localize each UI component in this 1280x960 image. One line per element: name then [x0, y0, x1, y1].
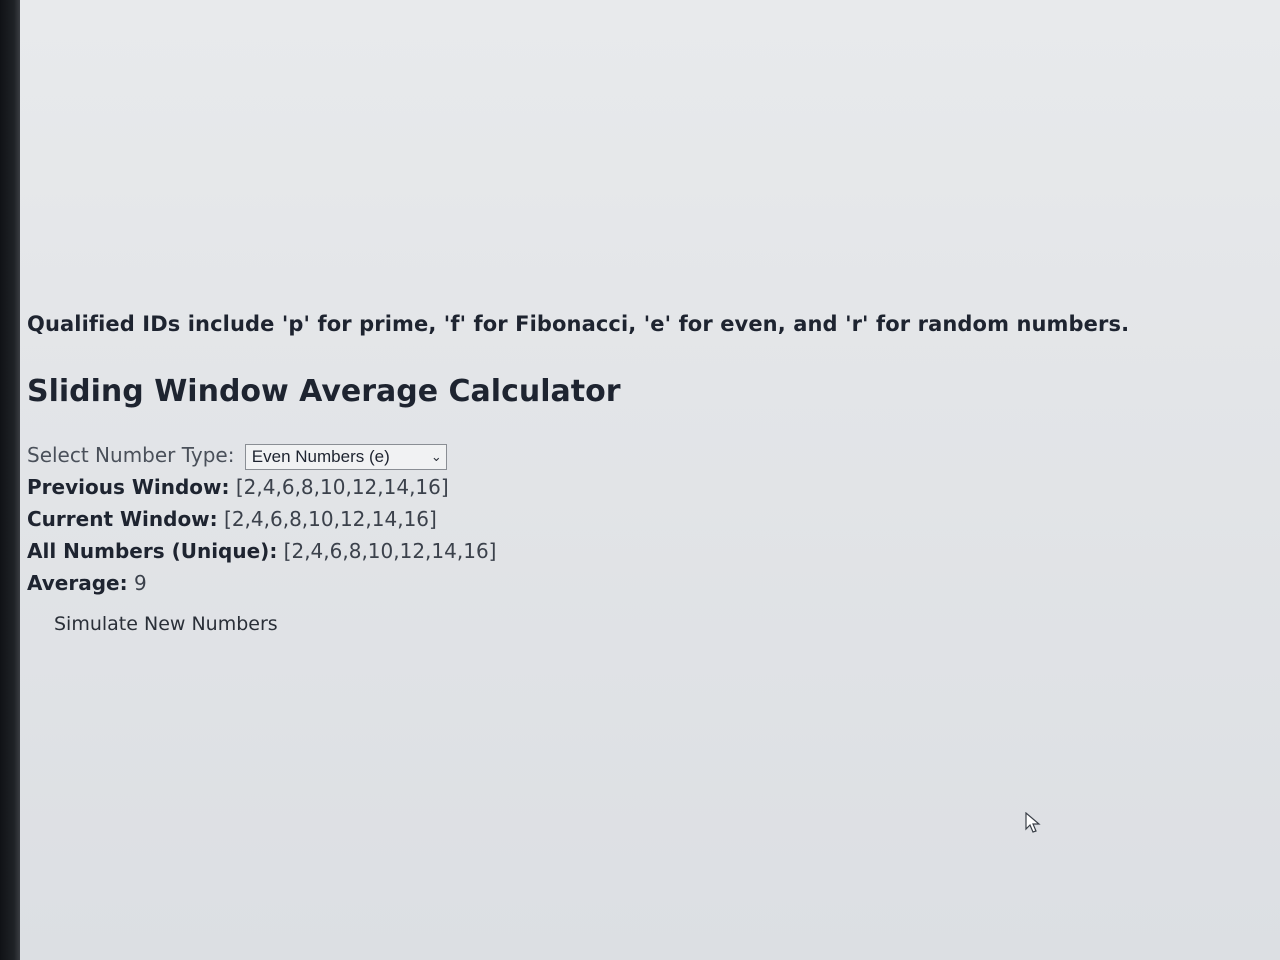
current-window-value: [2,4,6,8,10,12,14,16] — [224, 507, 437, 531]
number-type-label: Select Number Type: — [27, 443, 235, 467]
previous-window-label: Previous Window: — [27, 475, 230, 499]
page-title: Sliding Window Average Calculator — [27, 374, 621, 409]
previous-window-value: [2,4,6,8,10,12,14,16] — [235, 475, 449, 499]
average-label: Average: — [27, 571, 128, 595]
all-numbers-label: All Numbers (Unique): — [27, 539, 278, 563]
results-section: Select Number Type: Even Numbers (e) ⌄ P… — [27, 439, 1227, 599]
mouse-pointer-icon — [1025, 812, 1041, 833]
number-type-select[interactable]: Even Numbers (e) ⌄ — [244, 443, 447, 470]
current-window-label: Current Window: — [27, 507, 218, 531]
chevron-down-icon: ⌄ — [430, 448, 442, 464]
current-window-row: Current Window: [2,4,6,8,10,12,14,16] — [27, 503, 1227, 535]
all-numbers-value: [2,4,6,8,10,12,14,16] — [283, 539, 497, 563]
average-value: 9 — [133, 571, 147, 595]
number-type-row: Select Number Type: Even Numbers (e) ⌄ — [27, 439, 1227, 471]
main-content: Qualified IDs include 'p' for prime, 'f'… — [27, 312, 1227, 635]
average-row: Average: 9 — [27, 567, 1227, 599]
intro-text: Qualified IDs include 'p' for prime, 'f'… — [27, 312, 1130, 336]
previous-window-row: Previous Window: [2,4,6,8,10,12,14,16] — [27, 471, 1227, 503]
all-numbers-row: All Numbers (Unique): [2,4,6,8,10,12,14,… — [27, 535, 1227, 567]
simulate-new-numbers-button[interactable]: Simulate New Numbers — [54, 613, 278, 635]
number-type-selected-value: Even Numbers (e) — [251, 446, 390, 466]
monitor-bezel — [0, 0, 20, 960]
